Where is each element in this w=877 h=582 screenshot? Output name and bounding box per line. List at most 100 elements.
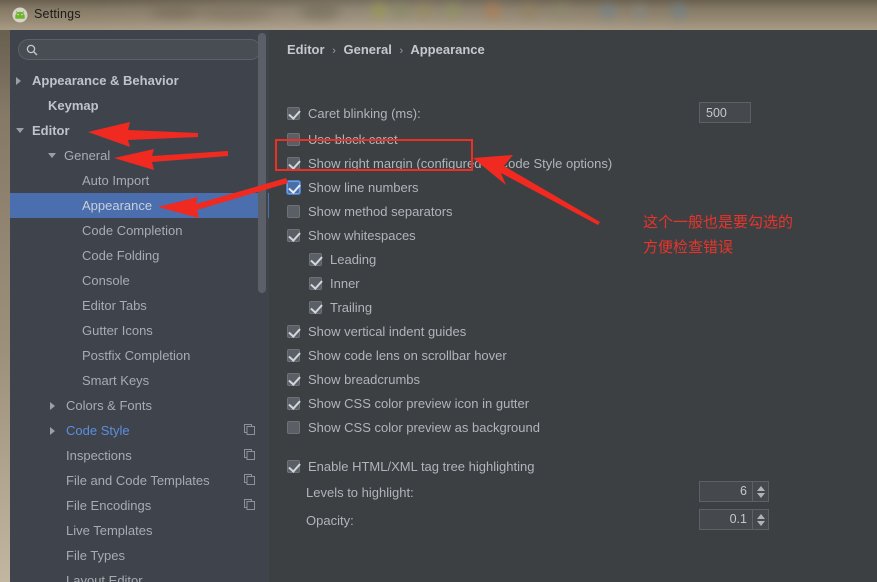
sidebar-item-appearance[interactable]: Appearance [10, 193, 269, 218]
sidebar-item-file-types[interactable]: File Types [10, 543, 269, 568]
sidebar-item-code-style[interactable]: Code Style [10, 418, 269, 443]
levels-to-highlight-label: Levels to highlight: [306, 485, 414, 500]
desktop-bleed [602, 4, 614, 19]
option-label: Show vertical indent guides [308, 324, 467, 339]
sidebar-item-file-encodings[interactable]: File Encodings [10, 493, 269, 518]
sidebar-item-label: Editor [32, 123, 70, 138]
option-label: Show breadcrumbs [308, 372, 420, 387]
spinner-up-icon[interactable] [757, 514, 765, 519]
chevron-down-icon[interactable] [16, 128, 24, 133]
desktop-bleed [523, 4, 535, 19]
checkbox-show-vertical-indent-guides[interactable] [287, 325, 300, 338]
sidebar-item-code-completion[interactable]: Code Completion [10, 218, 269, 243]
chevron-down-icon[interactable] [48, 153, 56, 158]
checkbox-show-whitespaces[interactable] [287, 229, 300, 242]
checkbox-leading[interactable] [309, 253, 322, 266]
checkbox-show-code-lens-on-scrollbar-hover[interactable] [287, 349, 300, 362]
sidebar-item-colors-fonts[interactable]: Colors & Fonts [10, 393, 269, 418]
levels-to-highlight-value[interactable]: 6 [700, 482, 752, 501]
checkbox-use-block-caret[interactable] [287, 133, 300, 146]
sidebar-item-label: Keymap [48, 98, 99, 113]
sidebar-item-keymap[interactable]: Keymap [10, 93, 269, 118]
copy-icon[interactable] [244, 474, 255, 485]
search-icon [26, 44, 38, 56]
sidebar-item-label: Layout Editor [66, 573, 143, 582]
sidebar-item-label: Code Style [66, 423, 130, 438]
levels-to-highlight-spinner[interactable]: 6 [699, 481, 769, 502]
spinner-down-icon[interactable] [757, 493, 765, 498]
breadcrumb-mid[interactable]: General [343, 42, 391, 57]
spinner-arrows[interactable] [752, 510, 768, 529]
breadcrumb-separator-icon: › [332, 45, 336, 57]
sidebar-item-appearance-behavior[interactable]: Appearance & Behavior [10, 68, 269, 93]
sidebar-item-gutter-icons[interactable]: Gutter Icons [10, 318, 269, 343]
sidebar-item-label: Gutter Icons [82, 323, 153, 338]
breadcrumb-root[interactable]: Editor [287, 42, 325, 57]
copy-icon[interactable] [244, 424, 255, 435]
chevron-right-icon[interactable] [50, 402, 55, 410]
sidebar-item-live-templates[interactable]: Live Templates [10, 518, 269, 543]
sidebar-item-label: Code Folding [82, 248, 160, 263]
sidebar-item-layout-editor[interactable]: Layout Editor [10, 568, 269, 582]
search-box[interactable] [18, 39, 261, 60]
copy-icon[interactable] [244, 499, 255, 510]
checkbox-show-right-margin-configured-in-code-style-options[interactable] [287, 157, 300, 170]
sidebar-scrollbar-thumb[interactable] [258, 33, 266, 293]
settings-main-panel: Editor › General › Appearance Caret blin… [269, 30, 877, 582]
checkbox-trailing[interactable] [309, 301, 322, 314]
checkbox-inner[interactable] [309, 277, 322, 290]
chevron-right-icon[interactable] [16, 77, 21, 85]
checkbox-enable-html-xml-tag-tree-highlighting[interactable] [287, 460, 300, 473]
checkbox-show-line-numbers[interactable] [287, 181, 300, 194]
sidebar-item-label: Inspections [66, 448, 132, 463]
sidebar-item-label: Code Completion [82, 223, 183, 238]
option-label: Show whitespaces [308, 228, 416, 243]
chevron-right-icon[interactable] [50, 427, 55, 435]
sidebar-scrollbar[interactable] [258, 30, 268, 582]
sidebar-item-general[interactable]: General [10, 143, 269, 168]
sidebar-item-label: Console [82, 273, 130, 288]
sidebar-item-smart-keys[interactable]: Smart Keys [10, 368, 269, 393]
copy-icon[interactable] [244, 449, 255, 460]
sidebar-item-label: Live Templates [66, 523, 153, 538]
sidebar-item-label: Appearance & Behavior [32, 73, 179, 88]
sidebar-item-label: Colors & Fonts [66, 398, 152, 413]
desktop-bleed [200, 4, 270, 20]
sidebar-item-label: Editor Tabs [82, 298, 147, 313]
option-label: Show method separators [308, 204, 453, 219]
spinner-arrows[interactable] [752, 482, 768, 501]
spinner-up-icon[interactable] [757, 486, 765, 491]
opacity-spinner[interactable]: 0.1 [699, 509, 769, 530]
caret-blinking-input[interactable] [699, 102, 751, 123]
desktop-bleed [486, 3, 500, 19]
sidebar-item-postfix-completion[interactable]: Postfix Completion [10, 343, 269, 368]
search-input[interactable] [44, 40, 254, 59]
sidebar-item-file-and-code-templates[interactable]: File and Code Templates [10, 468, 269, 493]
sidebar-item-console[interactable]: Console [10, 268, 269, 293]
title-bar: Settings [0, 0, 877, 30]
opacity-value[interactable]: 0.1 [700, 510, 752, 529]
checkbox-show-breadcrumbs[interactable] [287, 373, 300, 386]
checkbox-caret-blinking-ms[interactable] [287, 107, 300, 120]
opacity-label: Opacity: [306, 513, 354, 528]
settings-tree: Appearance & Behavior Keymap Editor General… [10, 68, 269, 582]
sidebar-item-inspections[interactable]: Inspections [10, 443, 269, 468]
checkbox-show-method-separators[interactable] [287, 205, 300, 218]
sidebar-item-code-folding[interactable]: Code Folding [10, 243, 269, 268]
sidebar-item-label: File Types [66, 548, 126, 563]
checkbox-show-css-color-preview-as-background[interactable] [287, 421, 300, 434]
sidebar-item-auto-import[interactable]: Auto Import [10, 168, 269, 193]
spinner-down-icon[interactable] [757, 521, 765, 526]
checkbox-show-css-color-preview-icon-in-gutter[interactable] [287, 397, 300, 410]
breadcrumb-separator-icon: › [399, 45, 404, 57]
breadcrumb-leaf: Appearance [410, 42, 485, 57]
sidebar-item-label: Auto Import [82, 173, 150, 188]
option-label: Leading [330, 252, 377, 267]
option-label: Show code lens on scrollbar hover [308, 348, 507, 363]
desktop-bleed [150, 6, 200, 18]
option-label: Trailing [330, 300, 373, 315]
sidebar-item-editor-tabs[interactable]: Editor Tabs [10, 293, 269, 318]
option-label: Use block caret [308, 132, 398, 147]
sidebar-item-editor[interactable]: Editor [10, 118, 269, 143]
window-frame: Settings Appearance & Behavior Keymap Edit… [0, 0, 877, 582]
